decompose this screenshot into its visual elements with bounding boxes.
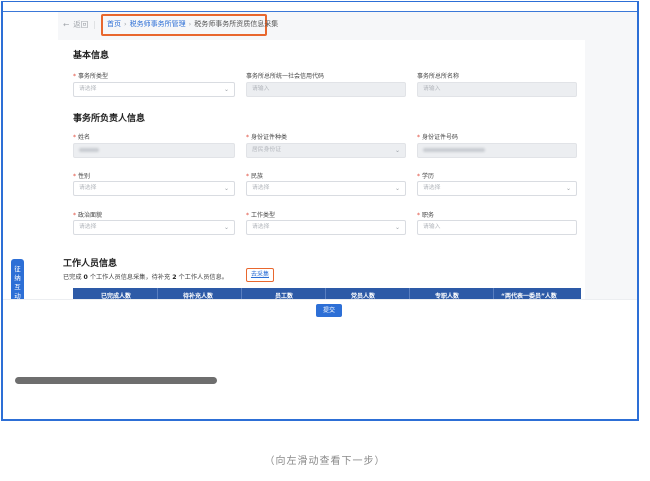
horizontal-scrollbar[interactable] — [15, 377, 217, 384]
go-collect-link[interactable]: 去采集 — [246, 268, 274, 282]
back-link[interactable]: ← 返回 | — [63, 19, 96, 30]
breadcrumb-current: 税务师事务所资质信息采集 — [194, 20, 279, 28]
chevron-down-icon: ⌄ — [565, 185, 571, 192]
label-id-number: * 身份证件号码 — [417, 134, 459, 141]
chevron-right-icon: › — [188, 20, 192, 28]
label-political-status: * 政治面貌 — [73, 212, 103, 219]
label-ethnicity: * 民族 — [246, 173, 264, 180]
submit-button[interactable]: 提交 — [316, 304, 342, 317]
chevron-right-icon: › — [124, 20, 127, 28]
label-education: * 学历 — [417, 173, 435, 180]
political-status-select[interactable]: 请选择 ⌄ — [73, 220, 235, 235]
chevron-down-icon: ⌄ — [394, 224, 400, 231]
chevron-down-icon: ⌄ — [223, 224, 229, 231]
breadcrumb-tax-firm-management[interactable]: 税务师事务所管理 — [130, 20, 186, 28]
work-type-select[interactable]: 请选择 ⌄ — [246, 220, 406, 235]
back-arrow-icon: ← — [63, 20, 70, 29]
label-hq-credit-code: 事务所总所统一社会信用代码 — [246, 73, 325, 80]
position-input[interactable]: 请输入 — [417, 220, 577, 235]
screenshot-frame: ← 返回 | 首页 › 税务师事务所管理 › 税务师事务所资质信息采集 基本信息 * 事务所类… — [1, 1, 639, 421]
ethnicity-select[interactable]: 请选择 ⌄ — [246, 181, 406, 196]
chevron-down-icon: ⌄ — [394, 147, 400, 154]
id-number-input — [417, 143, 577, 158]
label-work-type: * 工作类型 — [246, 212, 276, 219]
name-input — [73, 143, 235, 158]
chevron-down-icon: ⌄ — [394, 185, 400, 192]
label-name: * 姓名 — [73, 134, 91, 141]
section-title-principal: 事务所负责人信息 — [73, 114, 146, 124]
label-position: * 职务 — [417, 212, 435, 219]
staff-status-text: 已完成 0 个工作人员信息采集，待补充 2 个工作人员信息。 — [63, 274, 228, 281]
breadcrumb: 首页 › 税务师事务所管理 › 税务师事务所资质信息采集 — [107, 19, 278, 29]
breadcrumb-home[interactable]: 首页 — [107, 20, 121, 28]
masked-value — [423, 148, 485, 152]
label-firm-type: * 事务所类型 — [73, 73, 109, 80]
swipe-caption: （向左滑动查看下一步） — [264, 456, 386, 467]
label-gender: * 性别 — [73, 173, 91, 180]
hq-name-input: 请输入 — [417, 82, 577, 97]
firm-type-select[interactable]: 请选择 ⌄ — [73, 82, 235, 97]
label-id-type: * 身份证件种类 — [246, 134, 288, 141]
floating-tab-label: 征纳互动 — [14, 265, 21, 300]
back-separator: | — [93, 20, 96, 29]
gender-select[interactable]: 请选择 ⌄ — [73, 181, 235, 196]
section-title-basic: 基本信息 — [73, 51, 110, 61]
id-type-select: 居民身份证 ⌄ — [246, 143, 406, 158]
back-label: 返回 — [73, 20, 89, 29]
section-title-staff: 工作人员信息 — [63, 259, 118, 269]
hq-credit-code-input: 请输入 — [246, 82, 406, 97]
label-hq-name: 事务所总所名称 — [417, 73, 460, 80]
education-select[interactable]: 请选择 ⌄ — [417, 181, 577, 196]
chevron-down-icon: ⌄ — [223, 86, 229, 93]
chevron-down-icon: ⌄ — [223, 185, 229, 192]
masked-value — [79, 148, 99, 152]
